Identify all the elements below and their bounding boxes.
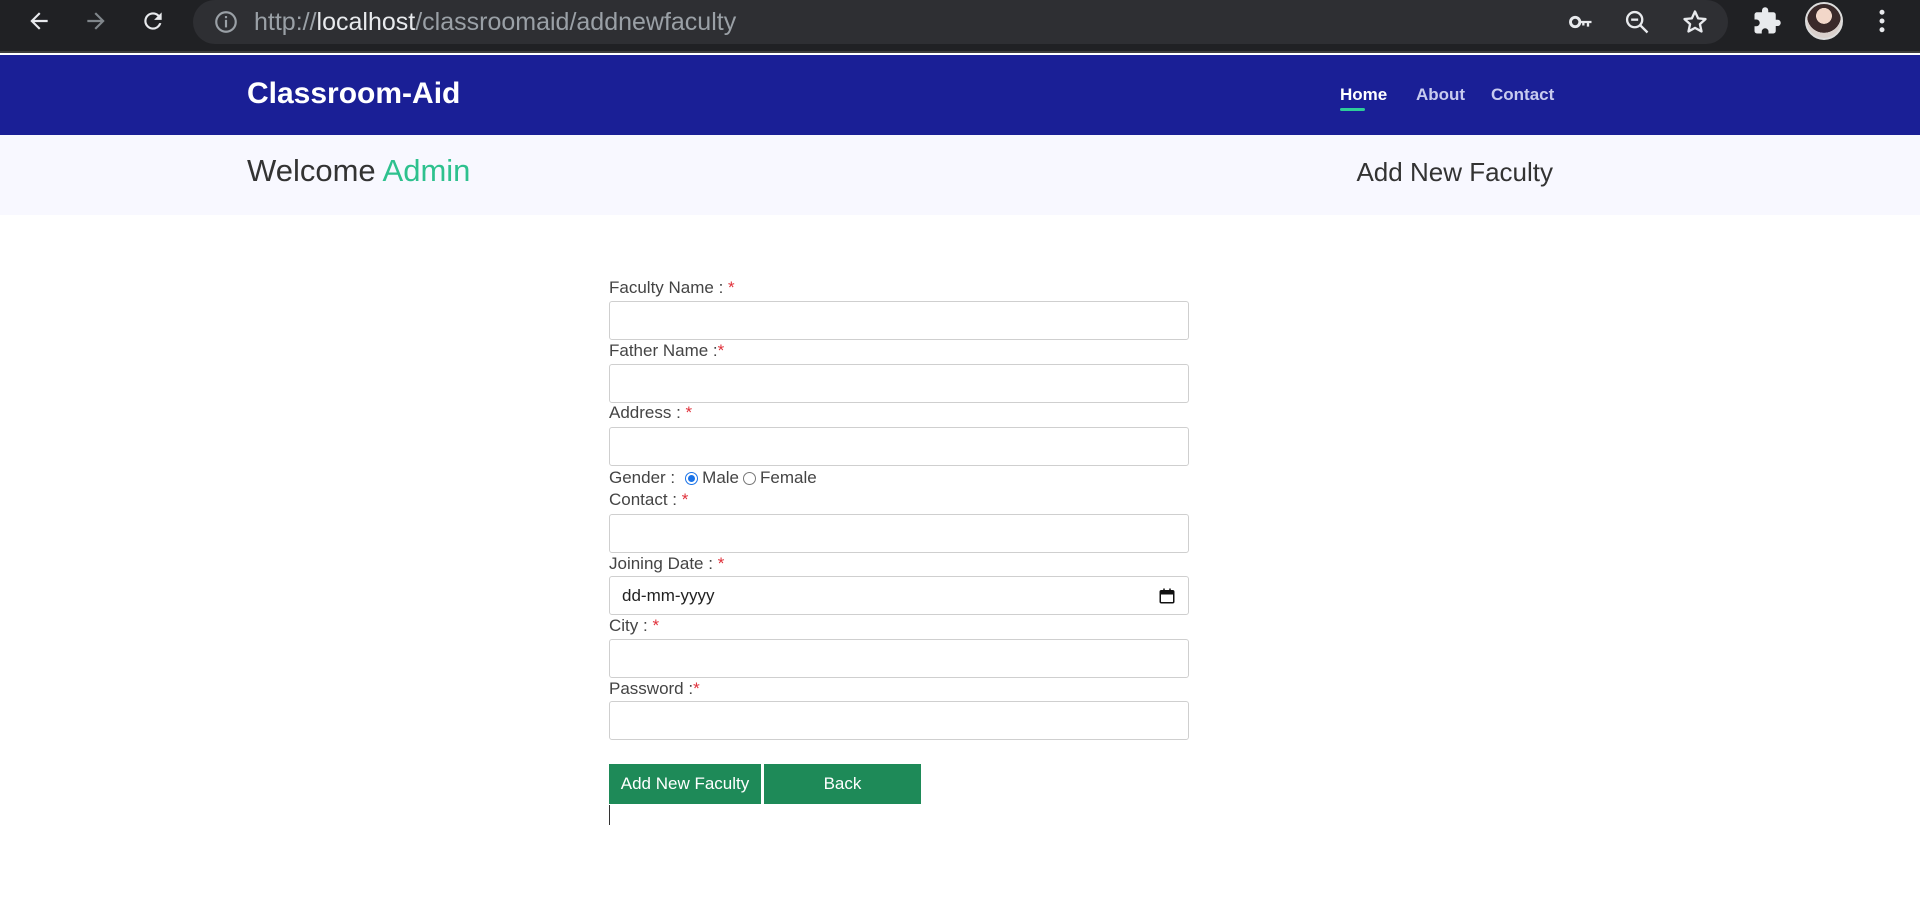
nav-about[interactable]: About bbox=[1416, 85, 1465, 105]
key-icon[interactable] bbox=[1567, 8, 1595, 36]
page-title: Add New Faculty bbox=[1356, 157, 1553, 187]
password-input[interactable] bbox=[609, 701, 1189, 740]
reload-icon[interactable] bbox=[138, 6, 168, 36]
city-label: City : * bbox=[609, 616, 660, 635]
contact-input[interactable] bbox=[609, 514, 1189, 553]
faculty-name-label: Faculty Name : * bbox=[609, 278, 735, 297]
father-name-input[interactable] bbox=[609, 364, 1189, 403]
joining-date-placeholder: dd-mm-yyyy bbox=[622, 585, 715, 605]
gender-female-label[interactable]: Female bbox=[760, 468, 817, 488]
puzzle-icon[interactable] bbox=[1752, 6, 1782, 36]
city-input[interactable] bbox=[609, 639, 1189, 678]
info-icon[interactable] bbox=[213, 9, 239, 35]
page-header: Welcome Admin Add New Faculty bbox=[0, 135, 1920, 215]
faculty-name-input[interactable] bbox=[609, 301, 1189, 340]
contact-label: Contact : * bbox=[609, 490, 689, 509]
zoom-icon[interactable] bbox=[1623, 8, 1651, 36]
forward-arrow-icon[interactable] bbox=[81, 6, 111, 36]
text-caret bbox=[609, 805, 610, 825]
menu-dots-icon[interactable] bbox=[1867, 6, 1897, 36]
address-input[interactable] bbox=[609, 427, 1189, 466]
nav-home[interactable]: Home bbox=[1340, 85, 1387, 105]
gender-group: Gender : Male Female bbox=[609, 468, 817, 488]
profile-avatar[interactable] bbox=[1805, 2, 1843, 40]
welcome-text: Welcome Admin bbox=[247, 153, 471, 188]
nav-contact[interactable]: Contact bbox=[1491, 85, 1554, 105]
gender-male-radio[interactable] bbox=[685, 471, 699, 485]
joining-date-input[interactable]: dd-mm-yyyy bbox=[609, 576, 1189, 615]
gender-male-label[interactable]: Male bbox=[702, 468, 739, 488]
back-arrow-icon[interactable] bbox=[24, 6, 54, 36]
father-name-label: Father Name :* bbox=[609, 341, 725, 360]
site-navbar: Classroom-Aid Home About Contact bbox=[0, 55, 1920, 135]
gender-female-radio[interactable] bbox=[743, 471, 757, 485]
joining-date-label: Joining Date : * bbox=[609, 554, 725, 573]
add-new-faculty-button[interactable]: Add New Faculty bbox=[609, 764, 761, 804]
back-button[interactable]: Back bbox=[764, 764, 921, 804]
brand-logo[interactable]: Classroom-Aid bbox=[247, 77, 460, 111]
active-nav-indicator bbox=[1340, 108, 1365, 111]
calendar-icon[interactable] bbox=[1158, 587, 1176, 605]
address-label: Address : * bbox=[609, 403, 693, 422]
url-text: http://localhost/classroomaid/addnewfacu… bbox=[254, 8, 737, 36]
password-label: Password :* bbox=[609, 679, 700, 698]
browser-toolbar: http://localhost/classroomaid/addnewfacu… bbox=[0, 0, 1920, 53]
gender-label: Gender : bbox=[609, 468, 676, 487]
star-icon[interactable] bbox=[1681, 8, 1709, 36]
address-bar[interactable]: http://localhost/classroomaid/addnewfacu… bbox=[193, 0, 1728, 44]
user-name: Admin bbox=[382, 153, 471, 188]
